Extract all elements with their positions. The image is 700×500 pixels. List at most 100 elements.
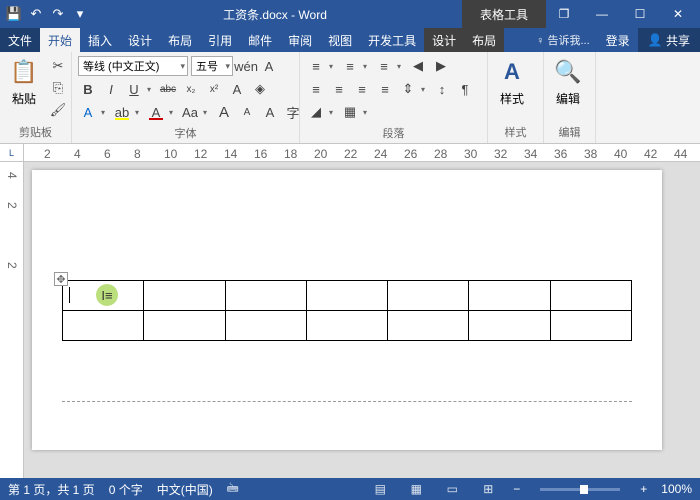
font-name-combo[interactable]: 等线 (中文正文) [78, 56, 188, 76]
zoom-in-button[interactable]: + [640, 482, 647, 496]
line-spacing-button[interactable]: ⇕ [398, 79, 418, 99]
ruler-corner[interactable]: L [0, 144, 24, 162]
share-button[interactable]: 👤 共享 [638, 28, 700, 52]
tab-layout[interactable]: 布局 [160, 28, 200, 52]
enclose-char-button[interactable]: A [260, 102, 280, 122]
document-viewport[interactable]: ✥ I≡ [24, 162, 700, 478]
tab-mailings[interactable]: 邮件 [240, 28, 280, 52]
page: ✥ I≡ [32, 170, 662, 450]
styles-button[interactable]: A 样式 [492, 54, 532, 109]
superscript-button[interactable]: x² [204, 79, 224, 99]
indent-inc-button[interactable]: ▶ [431, 56, 451, 76]
table-cell[interactable] [388, 311, 469, 341]
table-cell[interactable] [144, 311, 225, 341]
group-styles-label: 样式 [492, 123, 539, 141]
highlight-button[interactable]: ab [112, 102, 132, 122]
qa-redo[interactable]: ↷ [50, 6, 66, 22]
view-print-icon[interactable]: ▦ [405, 482, 427, 496]
table-cell[interactable] [550, 311, 631, 341]
copy-button[interactable]: ⎘ [48, 78, 68, 98]
table-cell[interactable] [388, 281, 469, 311]
zoom-slider[interactable] [540, 488, 620, 491]
win-close-icon[interactable]: ✕ [660, 7, 696, 21]
tab-developer[interactable]: 开发工具 [360, 28, 424, 52]
win-restore-icon[interactable]: ❐ [546, 7, 582, 21]
ruler-horizontal[interactable]: 2468101214161820222426283032343638404244 [24, 144, 700, 162]
underline-button[interactable]: U [124, 79, 144, 99]
qa-undo[interactable]: ↶ [28, 6, 44, 22]
format-painter-button[interactable]: 🖌 [48, 100, 68, 120]
ruler-vertical[interactable]: 422 [0, 162, 24, 478]
qa-more[interactable]: ▾ [72, 6, 88, 22]
sort-button[interactable]: ↕ [432, 79, 452, 99]
context-tab-label: 表格工具 [462, 0, 546, 28]
align-justify-button[interactable]: ≡ [375, 79, 395, 99]
change-case-button[interactable]: Aa [180, 102, 200, 122]
tab-table-design[interactable]: 设计 [424, 28, 464, 52]
zoom-out-button[interactable]: − [513, 482, 520, 496]
table-cell[interactable] [306, 311, 387, 341]
table-cell[interactable] [469, 281, 550, 311]
cut-button[interactable]: ✂ [48, 56, 68, 76]
table-cell[interactable] [469, 311, 550, 341]
view-web-icon[interactable]: ▭ [441, 482, 463, 496]
tab-review[interactable]: 审阅 [280, 28, 320, 52]
table-row[interactable] [63, 311, 632, 341]
tell-me[interactable]: ♀ 告诉我... [528, 28, 597, 52]
strike-button[interactable]: abc [158, 79, 178, 99]
numbering-button[interactable]: ≡ [340, 56, 360, 76]
status-language[interactable]: 中文(中国) [157, 481, 213, 498]
view-read-icon[interactable]: ▤ [369, 482, 391, 496]
table-cell[interactable] [306, 281, 387, 311]
shading-button[interactable]: ◢ [306, 102, 326, 122]
paste-button[interactable]: 📋 粘贴 [4, 54, 44, 109]
table-cell[interactable]: I≡ [63, 281, 144, 311]
view-outline-icon[interactable]: ⊞ [477, 482, 499, 496]
text-effects-button[interactable]: A [227, 79, 247, 99]
group-edit-label: 编辑 [548, 123, 591, 141]
align-right-button[interactable]: ≡ [352, 79, 372, 99]
grow-font-button[interactable]: A [214, 102, 234, 122]
font-size-combo[interactable]: 五号 [191, 56, 233, 76]
indent-dec-button[interactable]: ◀ [408, 56, 428, 76]
subscript-button[interactable]: x₂ [181, 79, 201, 99]
font-color-button[interactable]: A [146, 102, 166, 122]
clear-format-button[interactable]: ◈ [250, 79, 270, 99]
zoom-level[interactable]: 100% [661, 482, 692, 496]
document-table[interactable]: I≡ [62, 280, 632, 341]
tab-insert[interactable]: 插入 [80, 28, 120, 52]
table-row[interactable]: I≡ [63, 281, 632, 311]
table-cell[interactable] [225, 281, 306, 311]
align-center-button[interactable]: ≡ [329, 79, 349, 99]
char-shading-button[interactable]: A [78, 102, 98, 122]
table-cell[interactable] [63, 311, 144, 341]
phonetic-button[interactable]: wén [236, 56, 256, 76]
bold-button[interactable]: B [78, 79, 98, 99]
tab-design[interactable]: 设计 [120, 28, 160, 52]
show-marks-button[interactable]: ¶ [455, 79, 475, 99]
table-cell[interactable] [225, 311, 306, 341]
status-word-count[interactable]: 0 个字 [109, 481, 143, 498]
group-font-label: 字体 [76, 124, 295, 142]
qa-save[interactable]: 💾 [6, 6, 22, 22]
table-cell[interactable] [550, 281, 631, 311]
tab-references[interactable]: 引用 [200, 28, 240, 52]
borders-button[interactable]: ▦ [340, 102, 360, 122]
login-link[interactable]: 登录 [598, 28, 638, 52]
win-min-icon[interactable]: — [584, 7, 620, 21]
status-ime-icon[interactable]: 🖮 [227, 479, 239, 500]
multilevel-button[interactable]: ≡ [374, 56, 394, 76]
char-border-button[interactable]: A [259, 56, 279, 76]
table-cell[interactable] [144, 281, 225, 311]
win-max-icon[interactable]: ☐ [622, 7, 658, 21]
status-page[interactable]: 第 1 页，共 1 页 [8, 481, 95, 498]
shrink-font-button[interactable]: A [237, 102, 257, 122]
tab-view[interactable]: 视图 [320, 28, 360, 52]
align-left-button[interactable]: ≡ [306, 79, 326, 99]
find-button[interactable]: 🔍 编辑 [548, 54, 588, 109]
tab-table-layout[interactable]: 布局 [464, 28, 504, 52]
italic-button[interactable]: I [101, 79, 121, 99]
tab-file[interactable]: 文件 [0, 28, 40, 52]
tab-home[interactable]: 开始 [40, 28, 80, 52]
bullets-button[interactable]: ≡ [306, 56, 326, 76]
